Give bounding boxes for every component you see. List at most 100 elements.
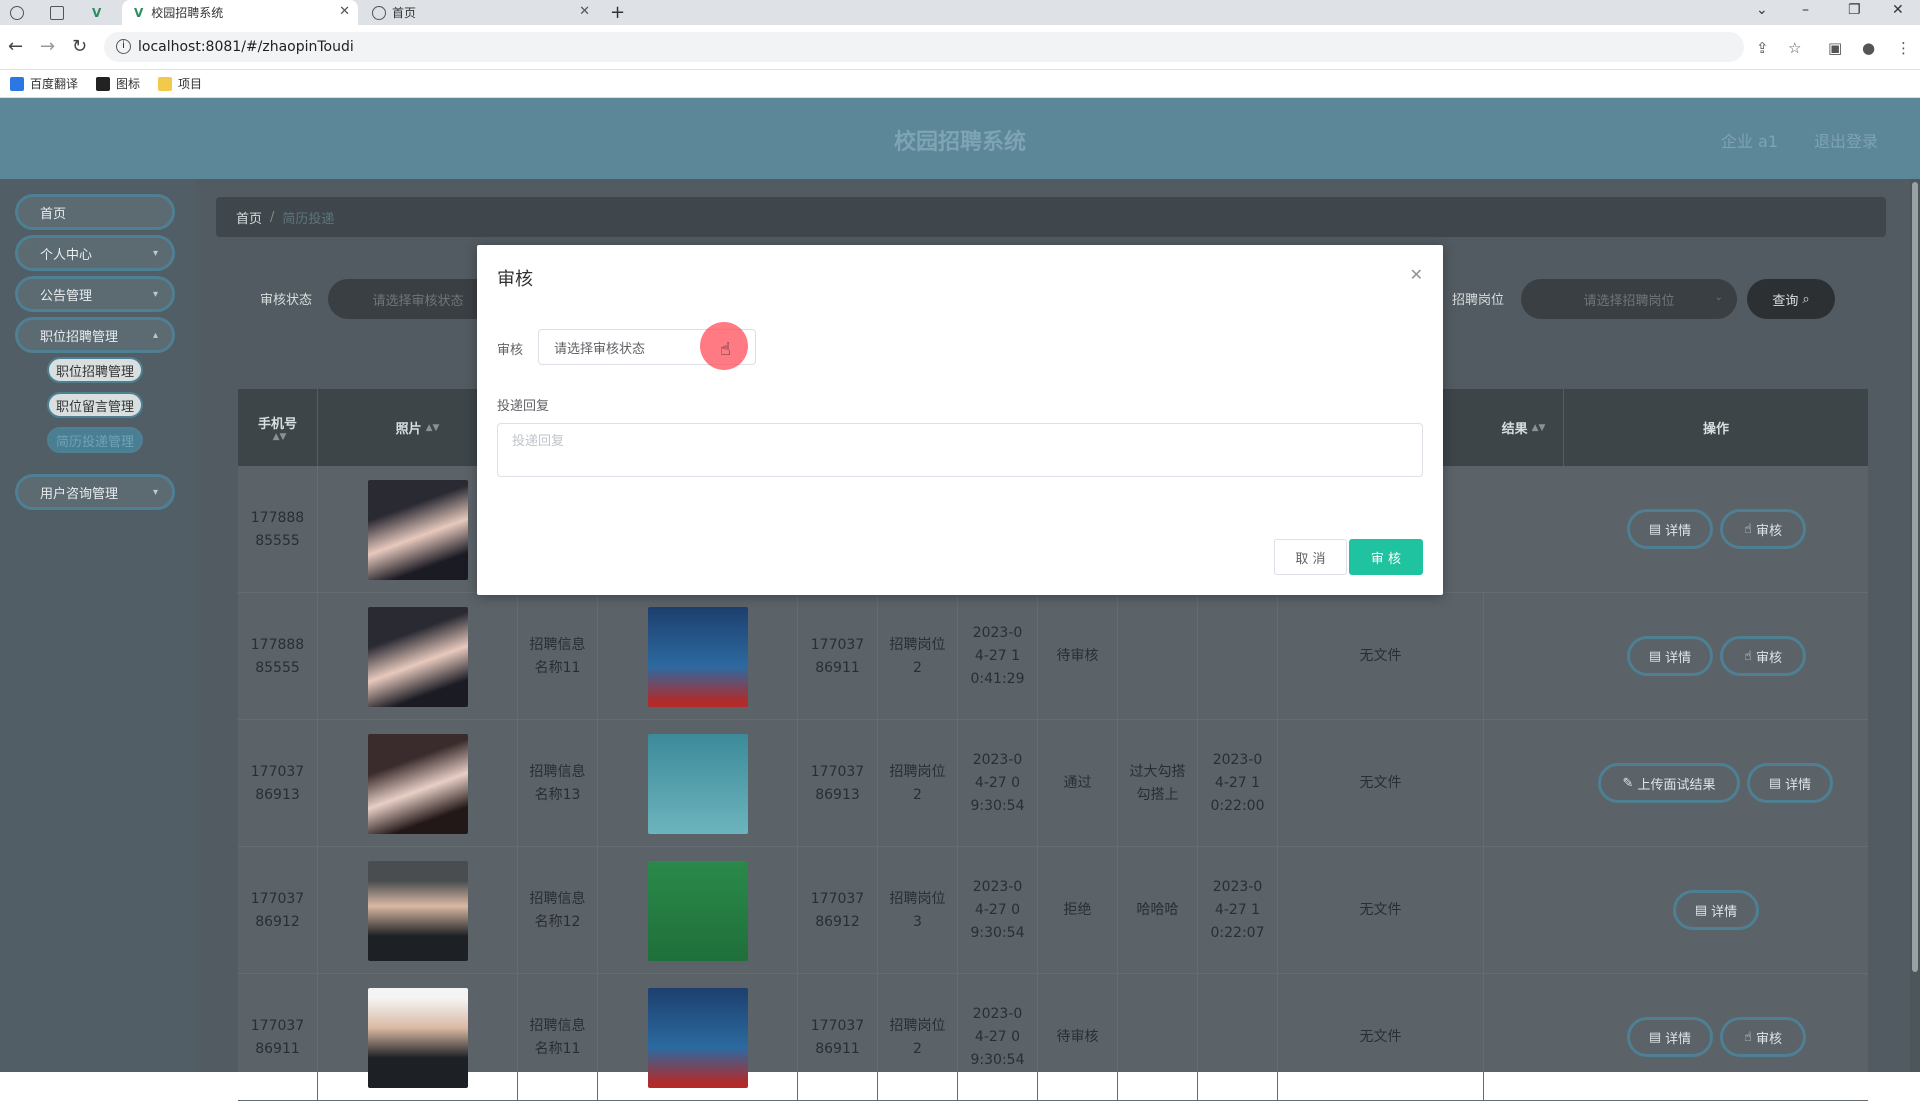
detail-button[interactable]: ▤ 详情 bbox=[1627, 636, 1713, 676]
sidebar-item-notice[interactable]: 公告管理 ▾ bbox=[15, 276, 175, 312]
bookmark-item[interactable]: 图标 bbox=[96, 75, 140, 92]
side-panel-icon[interactable]: ▣ bbox=[1828, 39, 1842, 57]
document-icon: ▤ bbox=[1648, 648, 1662, 664]
confirm-audit-button[interactable]: 审 核 bbox=[1349, 539, 1423, 575]
upload-result-button[interactable]: ✎ 上传面试结果 bbox=[1598, 763, 1740, 803]
bookmark-star-icon[interactable]: ☆ bbox=[1788, 39, 1801, 57]
browser-tab-active[interactable]: V 校园招聘系统 ✕ bbox=[122, 0, 358, 25]
app-header: 校园招聘系统 企业 a1 退出登录 bbox=[0, 98, 1920, 179]
close-icon[interactable]: ✕ bbox=[1410, 265, 1423, 284]
close-window-icon[interactable]: ✕ bbox=[1892, 2, 1904, 18]
menu-dots-icon[interactable]: ⋮ bbox=[1896, 39, 1911, 57]
cell-position: 招聘岗位2 bbox=[878, 720, 958, 847]
sidebar-item-home[interactable]: 首页 bbox=[15, 194, 175, 230]
detail-button[interactable]: ▤ 详情 bbox=[1747, 763, 1833, 803]
table-row: 17788885555 招聘信息名称11 17703786911 招聘岗位2 2… bbox=[238, 593, 1868, 720]
cell-phone: 17703786911 bbox=[238, 974, 318, 1101]
cell-photo bbox=[318, 974, 518, 1101]
back-icon[interactable]: ← bbox=[8, 36, 23, 57]
browser-tab-1[interactable] bbox=[0, 0, 36, 25]
user-photo bbox=[367, 606, 468, 707]
forward-icon[interactable]: → bbox=[40, 36, 55, 57]
dialog-title: 审核 bbox=[497, 269, 533, 290]
cell-phone2: 17703786911 bbox=[798, 974, 878, 1101]
globe-icon bbox=[372, 5, 386, 20]
chevron-down-icon: ▾ bbox=[152, 248, 158, 259]
bookmark-item[interactable]: 项目 bbox=[158, 75, 202, 92]
vue-logo-icon: V bbox=[134, 5, 144, 20]
reply-label: 投递回复 bbox=[497, 399, 550, 414]
cell-time: 2023-04-27 10:41:29 bbox=[958, 593, 1038, 720]
url-input[interactable]: i localhost:8081/#/zhaopinToudi bbox=[104, 32, 1744, 62]
cell-post-image bbox=[598, 593, 798, 720]
app-title: 校园招聘系统 bbox=[893, 130, 1026, 155]
reply-textarea[interactable]: 投递回复 bbox=[497, 423, 1423, 477]
cell-time: 2023-04-27 09:30:54 bbox=[958, 974, 1038, 1101]
browser-tab-2[interactable] bbox=[40, 0, 76, 25]
document-icon: ▤ bbox=[1768, 775, 1782, 791]
info-icon[interactable]: i bbox=[116, 39, 131, 54]
cell-reply: 哈哈哈 bbox=[1118, 847, 1198, 974]
query-button[interactable]: 查询 ⌕ bbox=[1747, 279, 1835, 319]
logout-link[interactable]: 退出登录 bbox=[1814, 128, 1878, 152]
filter-post-label: 招聘岗位 bbox=[1452, 293, 1505, 308]
cell-reply bbox=[1118, 974, 1198, 1101]
share-icon[interactable]: ⇪ bbox=[1756, 39, 1769, 57]
sidebar-subitem-job-message[interactable]: 职位留言管理 bbox=[47, 392, 143, 418]
bookmarks-bar: 百度翻译 图标 项目 bbox=[0, 70, 1920, 98]
tab-title: 校园招聘系统 bbox=[151, 6, 224, 20]
sort-icon: ▲▼ bbox=[272, 432, 287, 442]
cell-position: 招聘岗位2 bbox=[878, 593, 958, 720]
bookmark-item[interactable]: 百度翻译 bbox=[10, 75, 78, 92]
restore-icon[interactable]: ❐ bbox=[1848, 2, 1861, 18]
breadcrumb-home[interactable]: 首页 bbox=[236, 208, 262, 227]
user-photo bbox=[367, 987, 468, 1088]
detail-button[interactable]: ▤ 详情 bbox=[1673, 890, 1759, 930]
profile-icon[interactable]: ● bbox=[1862, 39, 1875, 57]
chevron-down-icon: ⌄ bbox=[1714, 292, 1723, 303]
cell-file: 无文件 bbox=[1278, 974, 1484, 1101]
tab-search-icon[interactable]: ⌄ bbox=[1756, 2, 1768, 18]
cell-file: 无文件 bbox=[1278, 593, 1484, 720]
tab-close-icon[interactable]: ✕ bbox=[579, 4, 590, 19]
scrollbar-thumb[interactable] bbox=[1912, 182, 1918, 972]
cell-position: 招聘岗位2 bbox=[878, 974, 958, 1101]
browser-tab-3[interactable]: V bbox=[80, 0, 116, 25]
document-icon: ▤ bbox=[1648, 521, 1662, 537]
audit-button[interactable]: ☝ 审核 bbox=[1720, 1017, 1806, 1057]
tab-close-icon[interactable]: ✕ bbox=[339, 4, 350, 19]
header-result[interactable]: 结果 ▲▼ bbox=[1484, 389, 1564, 466]
address-bar-row: ← → ↻ i localhost:8081/#/zhaopinToudi ⇪ … bbox=[0, 25, 1920, 70]
detail-button[interactable]: ▤ 详情 bbox=[1627, 509, 1713, 549]
thumb-icon: ☝ bbox=[1744, 1029, 1752, 1045]
sidebar-subitem-resume[interactable]: 简历投递管理 bbox=[47, 427, 143, 453]
detail-button[interactable]: ▤ 详情 bbox=[1627, 1017, 1713, 1057]
cell-phone2: 17703786911 bbox=[798, 593, 878, 720]
chevron-up-icon: ▴ bbox=[152, 330, 158, 341]
audit-button[interactable]: ☝ 审核 bbox=[1720, 636, 1806, 676]
image-icon bbox=[96, 76, 111, 91]
filter-post-select[interactable]: 请选择招聘岗位 ⌄ bbox=[1521, 279, 1737, 319]
sidebar-item-consult[interactable]: 用户咨询管理 ▾ bbox=[15, 474, 175, 510]
audit-dialog: 审核 ✕ 审核 请选择审核状态 ☝ 投递回复 投递回复 取 消 审 核 bbox=[477, 245, 1443, 595]
breadcrumb: 首页 / 简历投递 bbox=[216, 197, 1886, 237]
cell-phone: 17703786912 bbox=[238, 847, 318, 974]
header-actions: 操作 bbox=[1702, 422, 1729, 437]
audit-button[interactable]: ☝ 审核 bbox=[1720, 509, 1806, 549]
reload-icon[interactable]: ↻ bbox=[72, 36, 87, 57]
sort-icon: ▲▼ bbox=[1531, 422, 1546, 433]
browser-tab-home[interactable]: 首页 ✕ bbox=[362, 0, 598, 25]
minimize-icon[interactable]: – bbox=[1802, 2, 1809, 18]
cancel-button[interactable]: 取 消 bbox=[1274, 539, 1347, 575]
globe-icon bbox=[10, 5, 24, 20]
cell-time: 2023-04-27 09:30:54 bbox=[958, 847, 1038, 974]
cell-info-name: 招聘信息名称12 bbox=[518, 847, 598, 974]
new-tab-button[interactable]: + bbox=[610, 0, 640, 25]
cell-file: 无文件 bbox=[1278, 720, 1484, 847]
search-icon: ⌕ bbox=[1802, 291, 1810, 307]
cell-file: 无文件 bbox=[1278, 847, 1484, 974]
sidebar-item-jobs[interactable]: 职位招聘管理 ▴ bbox=[15, 317, 175, 353]
sidebar-subitem-job-manage[interactable]: 职位招聘管理 bbox=[47, 357, 143, 383]
sidebar-item-profile[interactable]: 个人中心 ▾ bbox=[15, 235, 175, 271]
header-phone[interactable]: 手机号 ▲▼ bbox=[238, 389, 318, 466]
